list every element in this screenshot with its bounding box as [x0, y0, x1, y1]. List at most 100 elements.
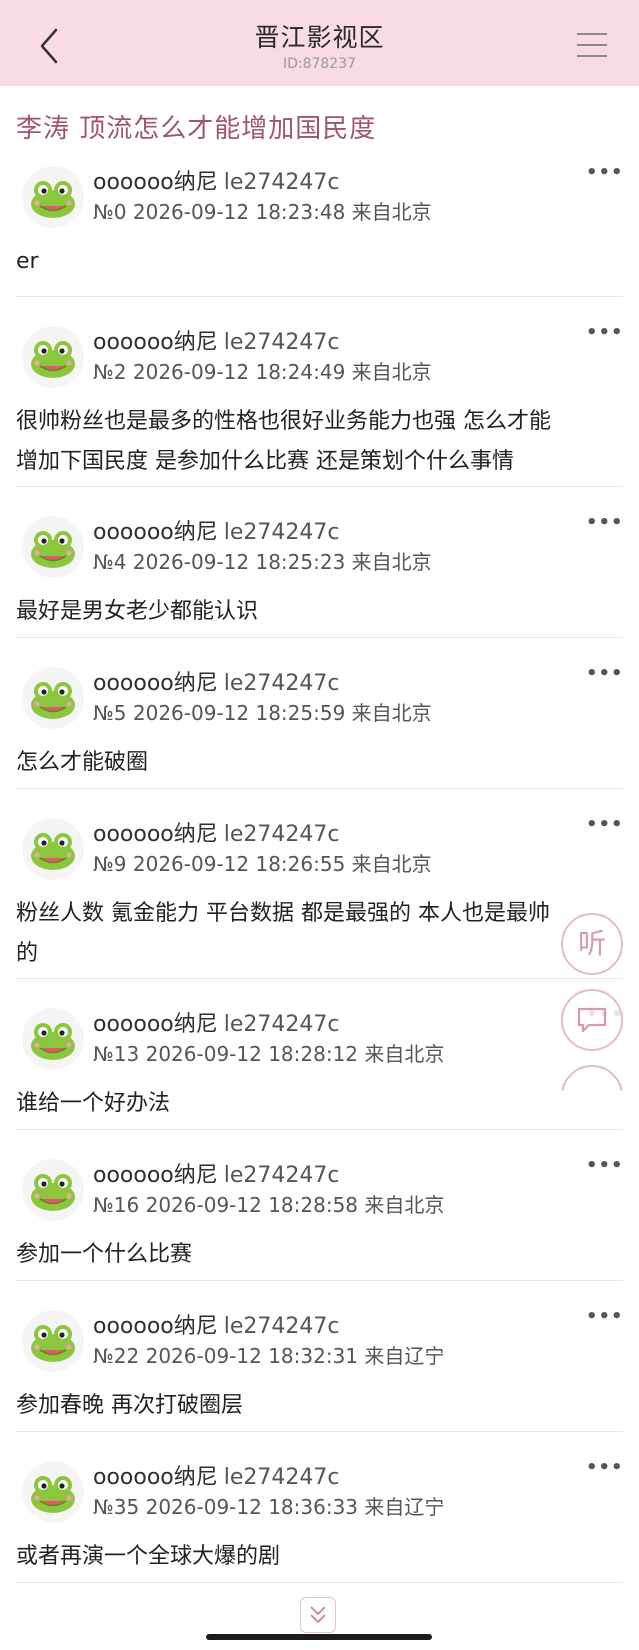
username[interactable]: oooooo纳尼 le274247c — [93, 665, 340, 697]
post-divider — [16, 1280, 623, 1281]
user-id: le274247c — [223, 1314, 340, 1339]
user-id: le274247c — [223, 520, 340, 545]
frog-avatar-icon — [22, 516, 84, 578]
username-text: oooooo纳尼 — [93, 1012, 218, 1037]
more-dots-icon[interactable]: ••• — [586, 162, 624, 183]
post-content: 粉丝人数 氪金能力 平台数据 都是最强的 本人也是最帅的 — [16, 894, 626, 974]
listen-button[interactable]: 听 — [561, 913, 623, 975]
post-content-line: 粉丝人数 氪金能力 平台数据 都是最强的 本人也是最帅 — [16, 901, 550, 926]
avatar[interactable] — [22, 1310, 84, 1372]
username-text: oooooo纳尼 — [93, 1465, 218, 1490]
post-meta: №22 2026-09-12 18:32:31 来自辽宁 — [93, 1344, 445, 1368]
post-content: 参加春晚 再次打破圈层 — [16, 1386, 626, 1426]
more-dots-icon[interactable]: ••• — [586, 512, 624, 533]
post-content: 怎么才能破圈 — [16, 743, 626, 783]
more-dots-icon[interactable]: ••• — [586, 1155, 624, 1176]
post-divider — [16, 637, 623, 638]
post-meta: №35 2026-09-12 18:36:33 来自辽宁 — [93, 1495, 445, 1519]
user-id: le274247c — [223, 1012, 340, 1037]
post-divider — [16, 1129, 623, 1130]
more-dots-icon[interactable]: ••• — [586, 814, 624, 835]
username[interactable]: oooooo纳尼 le274247c — [93, 1459, 340, 1491]
username-text: oooooo纳尼 — [93, 822, 218, 847]
post-meta: №9 2026-09-12 18:26:55 来自北京 — [93, 852, 432, 876]
post-content: 谁给一个好办法 — [16, 1084, 626, 1124]
post-divider — [16, 296, 623, 297]
post-meta: №4 2026-09-12 18:25:23 来自北京 — [93, 550, 432, 574]
more-dots-icon[interactable]: ••• — [586, 663, 624, 684]
username[interactable]: oooooo纳尼 le274247c — [93, 324, 340, 356]
post-meta: №5 2026-09-12 18:25:59 来自北京 — [93, 701, 432, 725]
double-chevron-down-icon — [310, 1606, 326, 1624]
home-indicator — [206, 1634, 432, 1640]
post-content-line: 参加春晚 再次打破圈层 — [16, 1393, 243, 1418]
user-id: le274247c — [223, 330, 340, 355]
menu-button[interactable] — [574, 30, 610, 60]
post-meta: №13 2026-09-12 18:28:12 来自北京 — [93, 1042, 445, 1066]
listen-label: 听 — [577, 927, 606, 960]
avatar[interactable] — [22, 1461, 84, 1523]
avatar[interactable] — [22, 1008, 84, 1070]
avatar[interactable] — [22, 1159, 84, 1221]
avatar[interactable] — [22, 667, 84, 729]
post-content-line: 增加下国民度 是参加什么比赛 还是策划个什么事情 — [16, 449, 514, 474]
thread-title: 李涛 顶流怎么才能增加国民度 — [16, 114, 377, 144]
post-content-line: 或者再演一个全球大爆的剧 — [16, 1544, 281, 1569]
user-id: le274247c — [223, 1163, 340, 1188]
top-bar: 晋江影视区 ID:878237 — [0, 0, 639, 86]
username[interactable]: oooooo纳尼 le274247c — [93, 1006, 340, 1038]
username[interactable]: oooooo纳尼 le274247c — [93, 1308, 340, 1340]
user-id: le274247c — [223, 671, 340, 696]
post-content-line: 最好是男女老少都能认识 — [16, 599, 259, 624]
user-id: le274247c — [223, 1465, 340, 1490]
avatar[interactable] — [22, 326, 84, 388]
frog-avatar-icon — [22, 818, 84, 880]
frog-avatar-icon — [22, 667, 84, 729]
frog-avatar-icon — [22, 1008, 84, 1070]
frog-avatar-icon — [22, 326, 84, 388]
post-content-line: 的 — [16, 941, 39, 966]
post-meta: №0 2026-09-12 18:23:48 来自北京 — [93, 200, 432, 224]
avatar[interactable] — [22, 516, 84, 578]
board-id: ID:878237 — [282, 56, 357, 72]
floating-button-partial[interactable] — [561, 1065, 623, 1091]
avatar[interactable] — [22, 818, 84, 880]
scroll-to-bottom-button[interactable] — [300, 1597, 336, 1633]
user-id: le274247c — [223, 170, 340, 195]
post-content-line: 怎么才能破圈 — [16, 750, 149, 775]
username-text: oooooo纳尼 — [93, 671, 218, 696]
page-title: 晋江影视区 — [254, 23, 385, 52]
post-divider — [16, 486, 623, 487]
post-content-line: 参加一个什么比赛 — [16, 1242, 193, 1267]
post-divider — [16, 788, 623, 789]
comment-button[interactable] — [561, 989, 623, 1051]
comment-bubble-icon — [577, 1007, 607, 1033]
more-dots-icon[interactable]: ••• — [586, 322, 624, 343]
post-content: 参加一个什么比赛 — [16, 1235, 626, 1275]
username-text: oooooo纳尼 — [93, 330, 218, 355]
post-content: 最好是男女老少都能认识 — [16, 592, 626, 632]
post-content-line: er — [16, 249, 39, 274]
post-divider — [16, 978, 623, 979]
post-content: 很帅粉丝也是最多的性格也很好业务能力也强 怎么才能 增加下国民度 是参加什么比赛 … — [16, 402, 626, 482]
post-content-line: 很帅粉丝也是最多的性格也很好业务能力也强 怎么才能 — [16, 409, 551, 434]
more-dots-icon[interactable]: ••• — [586, 1306, 624, 1327]
avatar[interactable] — [22, 166, 84, 228]
hamburger-menu-icon — [577, 33, 607, 57]
username[interactable]: oooooo纳尼 le274247c — [93, 514, 340, 546]
username[interactable]: oooooo纳尼 le274247c — [93, 1157, 340, 1189]
frog-avatar-icon — [22, 166, 84, 228]
post-meta: №16 2026-09-12 18:28:58 来自北京 — [93, 1193, 445, 1217]
post-divider — [16, 1582, 623, 1583]
user-id: le274247c — [223, 822, 340, 847]
post-content: er — [16, 242, 626, 282]
username-text: oooooo纳尼 — [93, 170, 218, 195]
username-text: oooooo纳尼 — [93, 520, 218, 545]
frog-avatar-icon — [22, 1461, 84, 1523]
more-dots-icon[interactable]: ••• — [586, 1457, 624, 1478]
username[interactable]: oooooo纳尼 le274247c — [93, 816, 340, 848]
username-text: oooooo纳尼 — [93, 1163, 218, 1188]
username[interactable]: oooooo纳尼 le274247c — [93, 164, 340, 196]
frog-avatar-icon — [22, 1310, 84, 1372]
frog-avatar-icon — [22, 1159, 84, 1221]
